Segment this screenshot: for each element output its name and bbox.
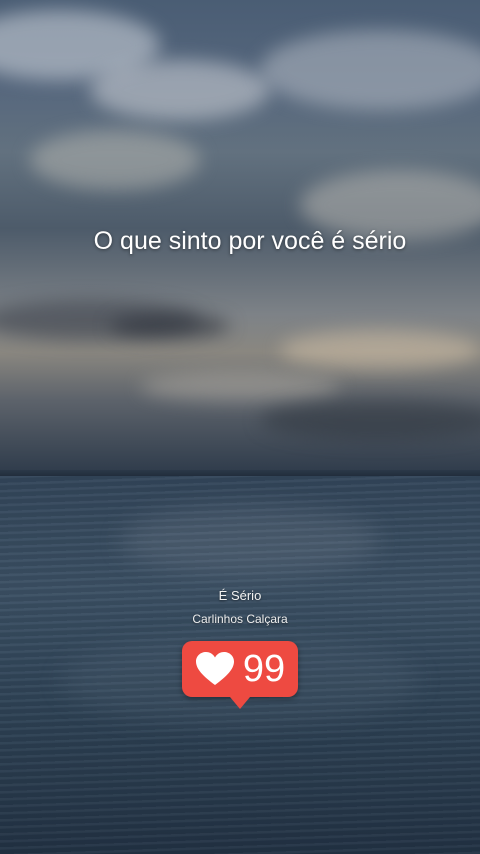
cloud [110, 314, 230, 338]
badge-pointer [230, 697, 250, 709]
like-count: 99 [242, 648, 286, 690]
cloud [90, 60, 270, 120]
song-title: É Sério [218, 588, 262, 603]
like-count-badge[interactable]: 99 [182, 641, 298, 709]
cloud [280, 330, 480, 370]
cloud [140, 372, 340, 402]
cloud [260, 400, 480, 440]
cloud [30, 130, 200, 190]
song-artist: Carlinhos Calçara [192, 612, 288, 626]
heart-icon [195, 652, 234, 685]
background-photo [0, 0, 480, 854]
lyric-caption: O que sinto por você é sério [93, 227, 407, 255]
sea-glint [120, 506, 380, 576]
cloud [260, 30, 480, 110]
